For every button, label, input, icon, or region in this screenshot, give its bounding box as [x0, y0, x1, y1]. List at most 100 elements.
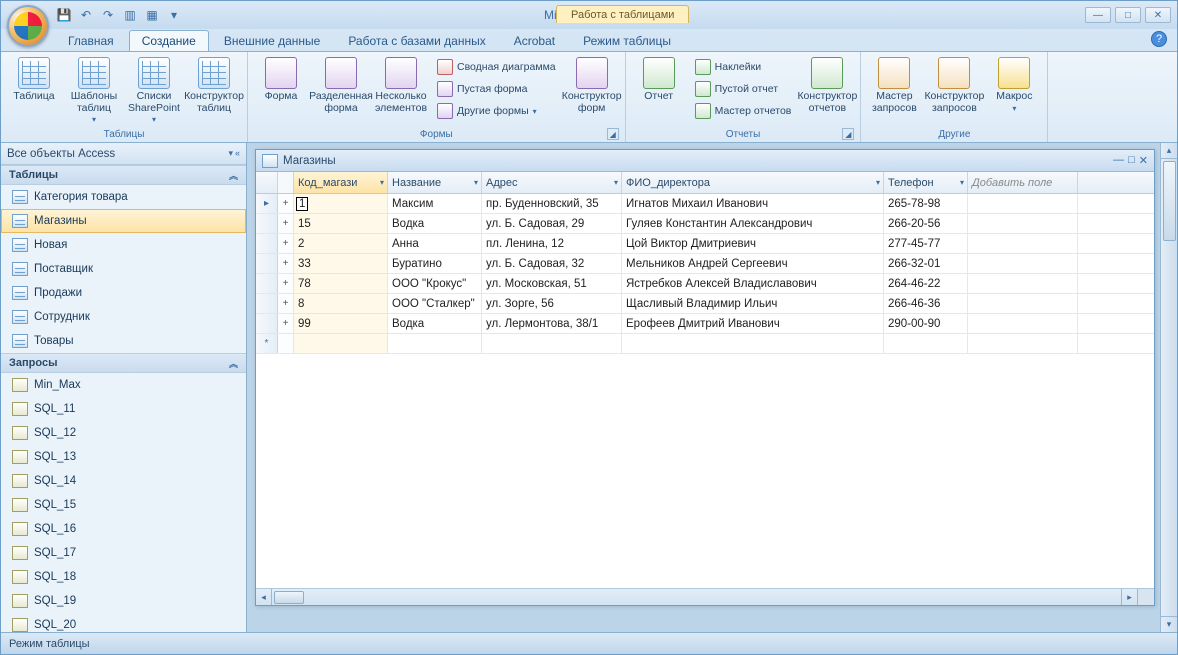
cell-director[interactable]: Мельников Андрей Сергеевич	[622, 254, 884, 273]
cell-director[interactable]: Ерофеев Дмитрий Иванович	[622, 314, 884, 333]
minimize-button[interactable]: —	[1085, 7, 1111, 23]
scroll-right-icon[interactable]: ▸	[1121, 589, 1137, 605]
cell-address[interactable]: пр. Буденновский, 35	[482, 194, 622, 213]
nav-item-table[interactable]: Поставщик	[1, 257, 246, 281]
cell-code[interactable]: 2	[294, 234, 388, 253]
nav-item-query[interactable]: SQL_17	[1, 541, 246, 565]
nav-item-query[interactable]: SQL_20	[1, 613, 246, 632]
more-forms-button[interactable]: Другие формы ▾	[432, 100, 561, 122]
table-new-row[interactable]	[256, 334, 1154, 354]
chevron-down-icon[interactable]: ▾	[614, 178, 618, 187]
tab-datasheet[interactable]: Режим таблицы	[570, 30, 684, 51]
expand-icon[interactable]: +	[278, 314, 294, 333]
nav-group-tables[interactable]: Таблицы︽	[1, 165, 246, 185]
row-selector[interactable]	[256, 214, 278, 233]
cell-director[interactable]: Ястребков Алексей Владиславович	[622, 274, 884, 293]
column-header-address[interactable]: Адрес▾	[482, 172, 622, 193]
tab-database-tools[interactable]: Работа с базами данных	[335, 30, 498, 51]
nav-item-query[interactable]: SQL_18	[1, 565, 246, 589]
cell-director[interactable]: Гуляев Константин Александрович	[622, 214, 884, 233]
chevron-down-icon[interactable]: ▾	[474, 178, 478, 187]
cell-code[interactable]: 33	[294, 254, 388, 273]
nav-item-table[interactable]: Товары	[1, 329, 246, 353]
column-header-add-field[interactable]: Добавить поле	[968, 172, 1078, 193]
nav-item-table[interactable]: Новая	[1, 233, 246, 257]
cell-empty[interactable]	[968, 194, 1078, 213]
table-button[interactable]: Таблица	[5, 54, 63, 106]
nav-item-table[interactable]: Продажи	[1, 281, 246, 305]
cell-phone[interactable]	[884, 334, 968, 353]
table-row[interactable]: + 2 Анна пл. Ленина, 12 Цой Виктор Дмитр…	[256, 234, 1154, 254]
cell-empty[interactable]	[968, 294, 1078, 313]
tab-create[interactable]: Создание	[129, 30, 209, 51]
select-all-corner[interactable]	[256, 172, 278, 193]
cell-phone[interactable]: 266-46-36	[884, 294, 968, 313]
report-design-button[interactable]: Конструктор отчетов	[798, 54, 856, 117]
column-header-phone[interactable]: Телефон▾	[884, 172, 968, 193]
chevron-down-icon[interactable]: ▾	[876, 178, 880, 187]
nav-item-query[interactable]: SQL_15	[1, 493, 246, 517]
cell-empty[interactable]	[968, 234, 1078, 253]
dialog-launcher-icon[interactable]: ◢	[607, 128, 619, 140]
expand-icon[interactable]: +	[278, 274, 294, 293]
horizontal-scrollbar[interactable]: ◂ ▸	[256, 588, 1154, 605]
expand-icon[interactable]: +	[278, 234, 294, 253]
cell-phone[interactable]: 266-32-01	[884, 254, 968, 273]
cell-empty[interactable]	[968, 314, 1078, 333]
cell-phone[interactable]: 266-20-56	[884, 214, 968, 233]
row-selector[interactable]	[256, 294, 278, 313]
cell-name[interactable]: Максим	[388, 194, 482, 213]
scrollbar-thumb[interactable]	[1163, 161, 1176, 241]
chevron-down-icon[interactable]: ▾	[228, 148, 233, 159]
cell-name[interactable]: ООО "Сталкер"	[388, 294, 482, 313]
sub-close-button[interactable]: ✕	[1139, 154, 1148, 167]
blank-form-button[interactable]: Пустая форма	[432, 78, 561, 100]
column-header-director[interactable]: ФИО_директора▾	[622, 172, 884, 193]
row-selector[interactable]: ▸	[256, 194, 278, 213]
row-selector-new[interactable]	[256, 334, 278, 353]
multiple-items-button[interactable]: Несколько элементов	[372, 54, 430, 117]
table-row[interactable]: + 78 ООО "Крокус" ул. Московская, 51 Яст…	[256, 274, 1154, 294]
cell-code[interactable]: 99	[294, 314, 388, 333]
qat-dropdown-icon[interactable]: ▾	[165, 6, 183, 24]
report-wizard-button[interactable]: Мастер отчетов	[690, 100, 797, 122]
sub-minimize-button[interactable]: —	[1113, 154, 1124, 167]
chevron-down-icon[interactable]: ▾	[960, 178, 964, 187]
column-header-code[interactable]: Код_магази▾	[294, 172, 388, 193]
cell-address[interactable]: ул. Б. Садовая, 32	[482, 254, 622, 273]
tab-external-data[interactable]: Внешние данные	[211, 30, 334, 51]
cell-empty[interactable]	[968, 214, 1078, 233]
nav-item-query[interactable]: SQL_13	[1, 445, 246, 469]
table-row[interactable]: ▸ + 1 Максим пр. Буденновский, 35 Игнато…	[256, 194, 1154, 214]
cell-address[interactable]: ул. Московская, 51	[482, 274, 622, 293]
nav-item-query[interactable]: Min_Max	[1, 373, 246, 397]
grid-body[interactable]: ▸ + 1 Максим пр. Буденновский, 35 Игнато…	[256, 194, 1154, 588]
cell-phone[interactable]: 265-78-98	[884, 194, 968, 213]
cell-director[interactable]: Цой Виктор Дмитриевич	[622, 234, 884, 253]
redo-icon[interactable]: ↷	[99, 6, 117, 24]
sub-maximize-button[interactable]: □	[1128, 154, 1135, 167]
cell-address[interactable]: ул. Зорге, 56	[482, 294, 622, 313]
cell-code[interactable]: 15	[294, 214, 388, 233]
cell-code[interactable]: 78	[294, 274, 388, 293]
cell-code[interactable]: 1	[294, 194, 388, 213]
nav-item-query[interactable]: SQL_14	[1, 469, 246, 493]
maximize-button[interactable]: □	[1115, 7, 1141, 23]
cell-phone[interactable]: 277-45-77	[884, 234, 968, 253]
cell-address[interactable]	[482, 334, 622, 353]
cell-name[interactable]: ООО "Крокус"	[388, 274, 482, 293]
table-row[interactable]: + 15 Водка ул. Б. Садовая, 29 Гуляев Кон…	[256, 214, 1154, 234]
office-button[interactable]	[7, 5, 49, 47]
cell-name[interactable]: Водка	[388, 214, 482, 233]
cell-empty[interactable]	[968, 254, 1078, 273]
row-selector[interactable]	[256, 314, 278, 333]
cell-address[interactable]: ул. Б. Садовая, 29	[482, 214, 622, 233]
report-button[interactable]: Отчет	[630, 54, 688, 106]
cell-address[interactable]: ул. Лермонтова, 38/1	[482, 314, 622, 333]
labels-button[interactable]: Наклейки	[690, 56, 797, 78]
vertical-scrollbar[interactable]: ▴ ▾	[1160, 143, 1177, 632]
macro-button[interactable]: Макрос▾	[985, 54, 1043, 116]
nav-group-queries[interactable]: Запросы︽	[1, 353, 246, 373]
cell-code[interactable]: 8	[294, 294, 388, 313]
expand-icon[interactable]: +	[278, 194, 294, 213]
